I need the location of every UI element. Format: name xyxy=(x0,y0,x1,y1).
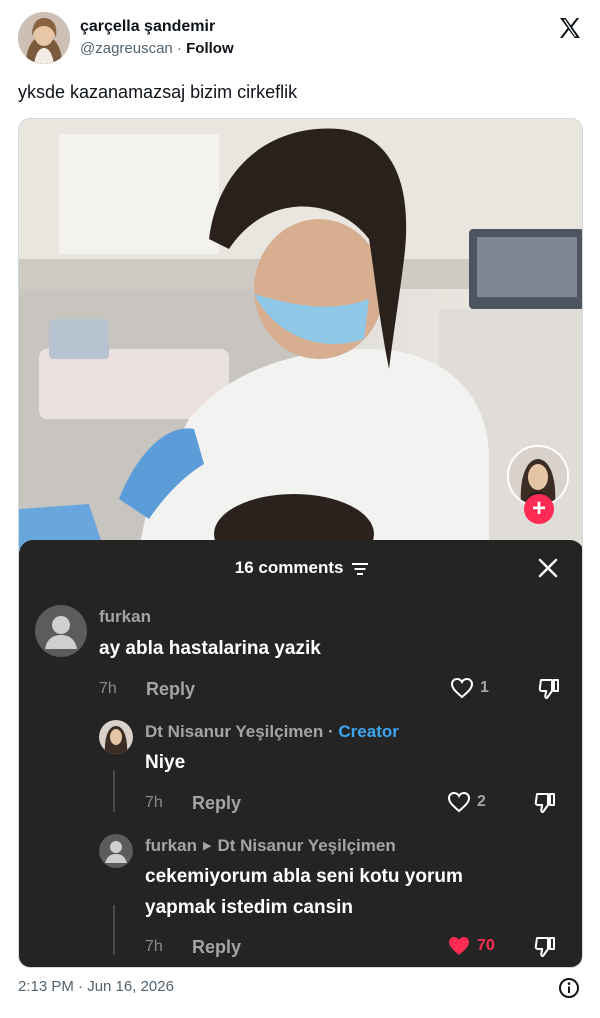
comment-time: 7h xyxy=(145,794,163,811)
reply-arrow-icon: ▶ xyxy=(202,840,212,852)
heart-icon xyxy=(450,677,474,699)
close-icon[interactable] xyxy=(538,558,558,578)
heart-icon xyxy=(449,937,469,955)
reply-button[interactable]: Reply xyxy=(192,793,241,814)
comment-username: Dt Nisanur Yeşilçimen · Creator xyxy=(145,722,399,741)
commenter-username[interactable]: furkan xyxy=(145,836,197,855)
thread-line xyxy=(113,770,115,812)
tweet-text: yksde kazanamazsaj bizim cirkeflik xyxy=(18,82,298,102)
comment-text: ay abla hastalarina yazik xyxy=(99,638,321,659)
dislike-icon[interactable] xyxy=(533,791,557,815)
comment-text-line-1: cekemiyorum abla seni kotu yorum xyxy=(145,866,463,887)
comments-sheet: 16 comments furkan ay abla hastalarina y… xyxy=(19,540,582,967)
commenter-avatar[interactable] xyxy=(99,834,133,868)
comment-username[interactable]: furkan xyxy=(99,607,151,627)
creator-comment-avatar[interactable] xyxy=(99,720,133,754)
reply-to-username[interactable]: Dt Nisanur Yeşilçimen xyxy=(217,836,395,855)
handle-line: @zagreuscan · Follow xyxy=(80,39,234,59)
comment-text: Niye xyxy=(145,752,186,773)
creator-username[interactable]: Dt Nisanur Yeşilçimen xyxy=(145,722,323,741)
like-count: 1 xyxy=(480,679,489,696)
tweet-media[interactable]: + 16 comments furkan ay abla hastalarina… xyxy=(18,118,583,968)
user-handle[interactable]: @zagreuscan xyxy=(80,40,173,57)
dislike-icon[interactable] xyxy=(537,677,561,701)
x-logo-icon[interactable] xyxy=(558,16,582,40)
comment-text-line-2: yapmak istedim cansin xyxy=(145,897,354,918)
sort-icon[interactable] xyxy=(352,562,369,576)
creator-badge: Creator xyxy=(338,722,399,741)
follow-plus-button[interactable]: + xyxy=(524,494,554,524)
reply-button[interactable]: Reply xyxy=(146,679,195,700)
like-count: 70 xyxy=(477,937,495,954)
display-name[interactable]: çarçella şandemir xyxy=(80,17,234,37)
follow-button[interactable]: Follow xyxy=(186,40,234,57)
commenter-avatar[interactable] xyxy=(35,605,87,657)
handle-separator: · xyxy=(172,40,187,57)
dislike-icon[interactable] xyxy=(533,935,557,959)
like-count: 2 xyxy=(477,793,486,810)
like-button[interactable]: 70 xyxy=(447,935,495,957)
heart-icon xyxy=(447,791,471,813)
thread-line xyxy=(113,905,115,955)
tweet-timestamp[interactable]: 2:13 PM · Jun 16, 2026 xyxy=(18,978,174,995)
info-icon[interactable] xyxy=(558,977,580,999)
comments-header: 16 comments xyxy=(19,558,582,578)
plus-icon: + xyxy=(531,495,546,522)
user-block: çarçella şandemir @zagreuscan · Follow xyxy=(80,17,234,59)
comment-time: 7h xyxy=(99,680,117,697)
reply-button[interactable]: Reply xyxy=(192,937,241,958)
comments-count: 16 comments xyxy=(234,558,344,577)
comment-username: furkan ▶ Dt Nisanur Yeşilçimen xyxy=(145,836,396,856)
like-button[interactable]: 2 xyxy=(447,791,486,813)
dentist-photo xyxy=(19,119,582,549)
author-avatar[interactable] xyxy=(18,12,70,64)
like-button[interactable]: 1 xyxy=(450,677,489,699)
comment-time: 7h xyxy=(145,938,163,955)
tweet-header: çarçella şandemir @zagreuscan · Follow xyxy=(18,12,584,68)
